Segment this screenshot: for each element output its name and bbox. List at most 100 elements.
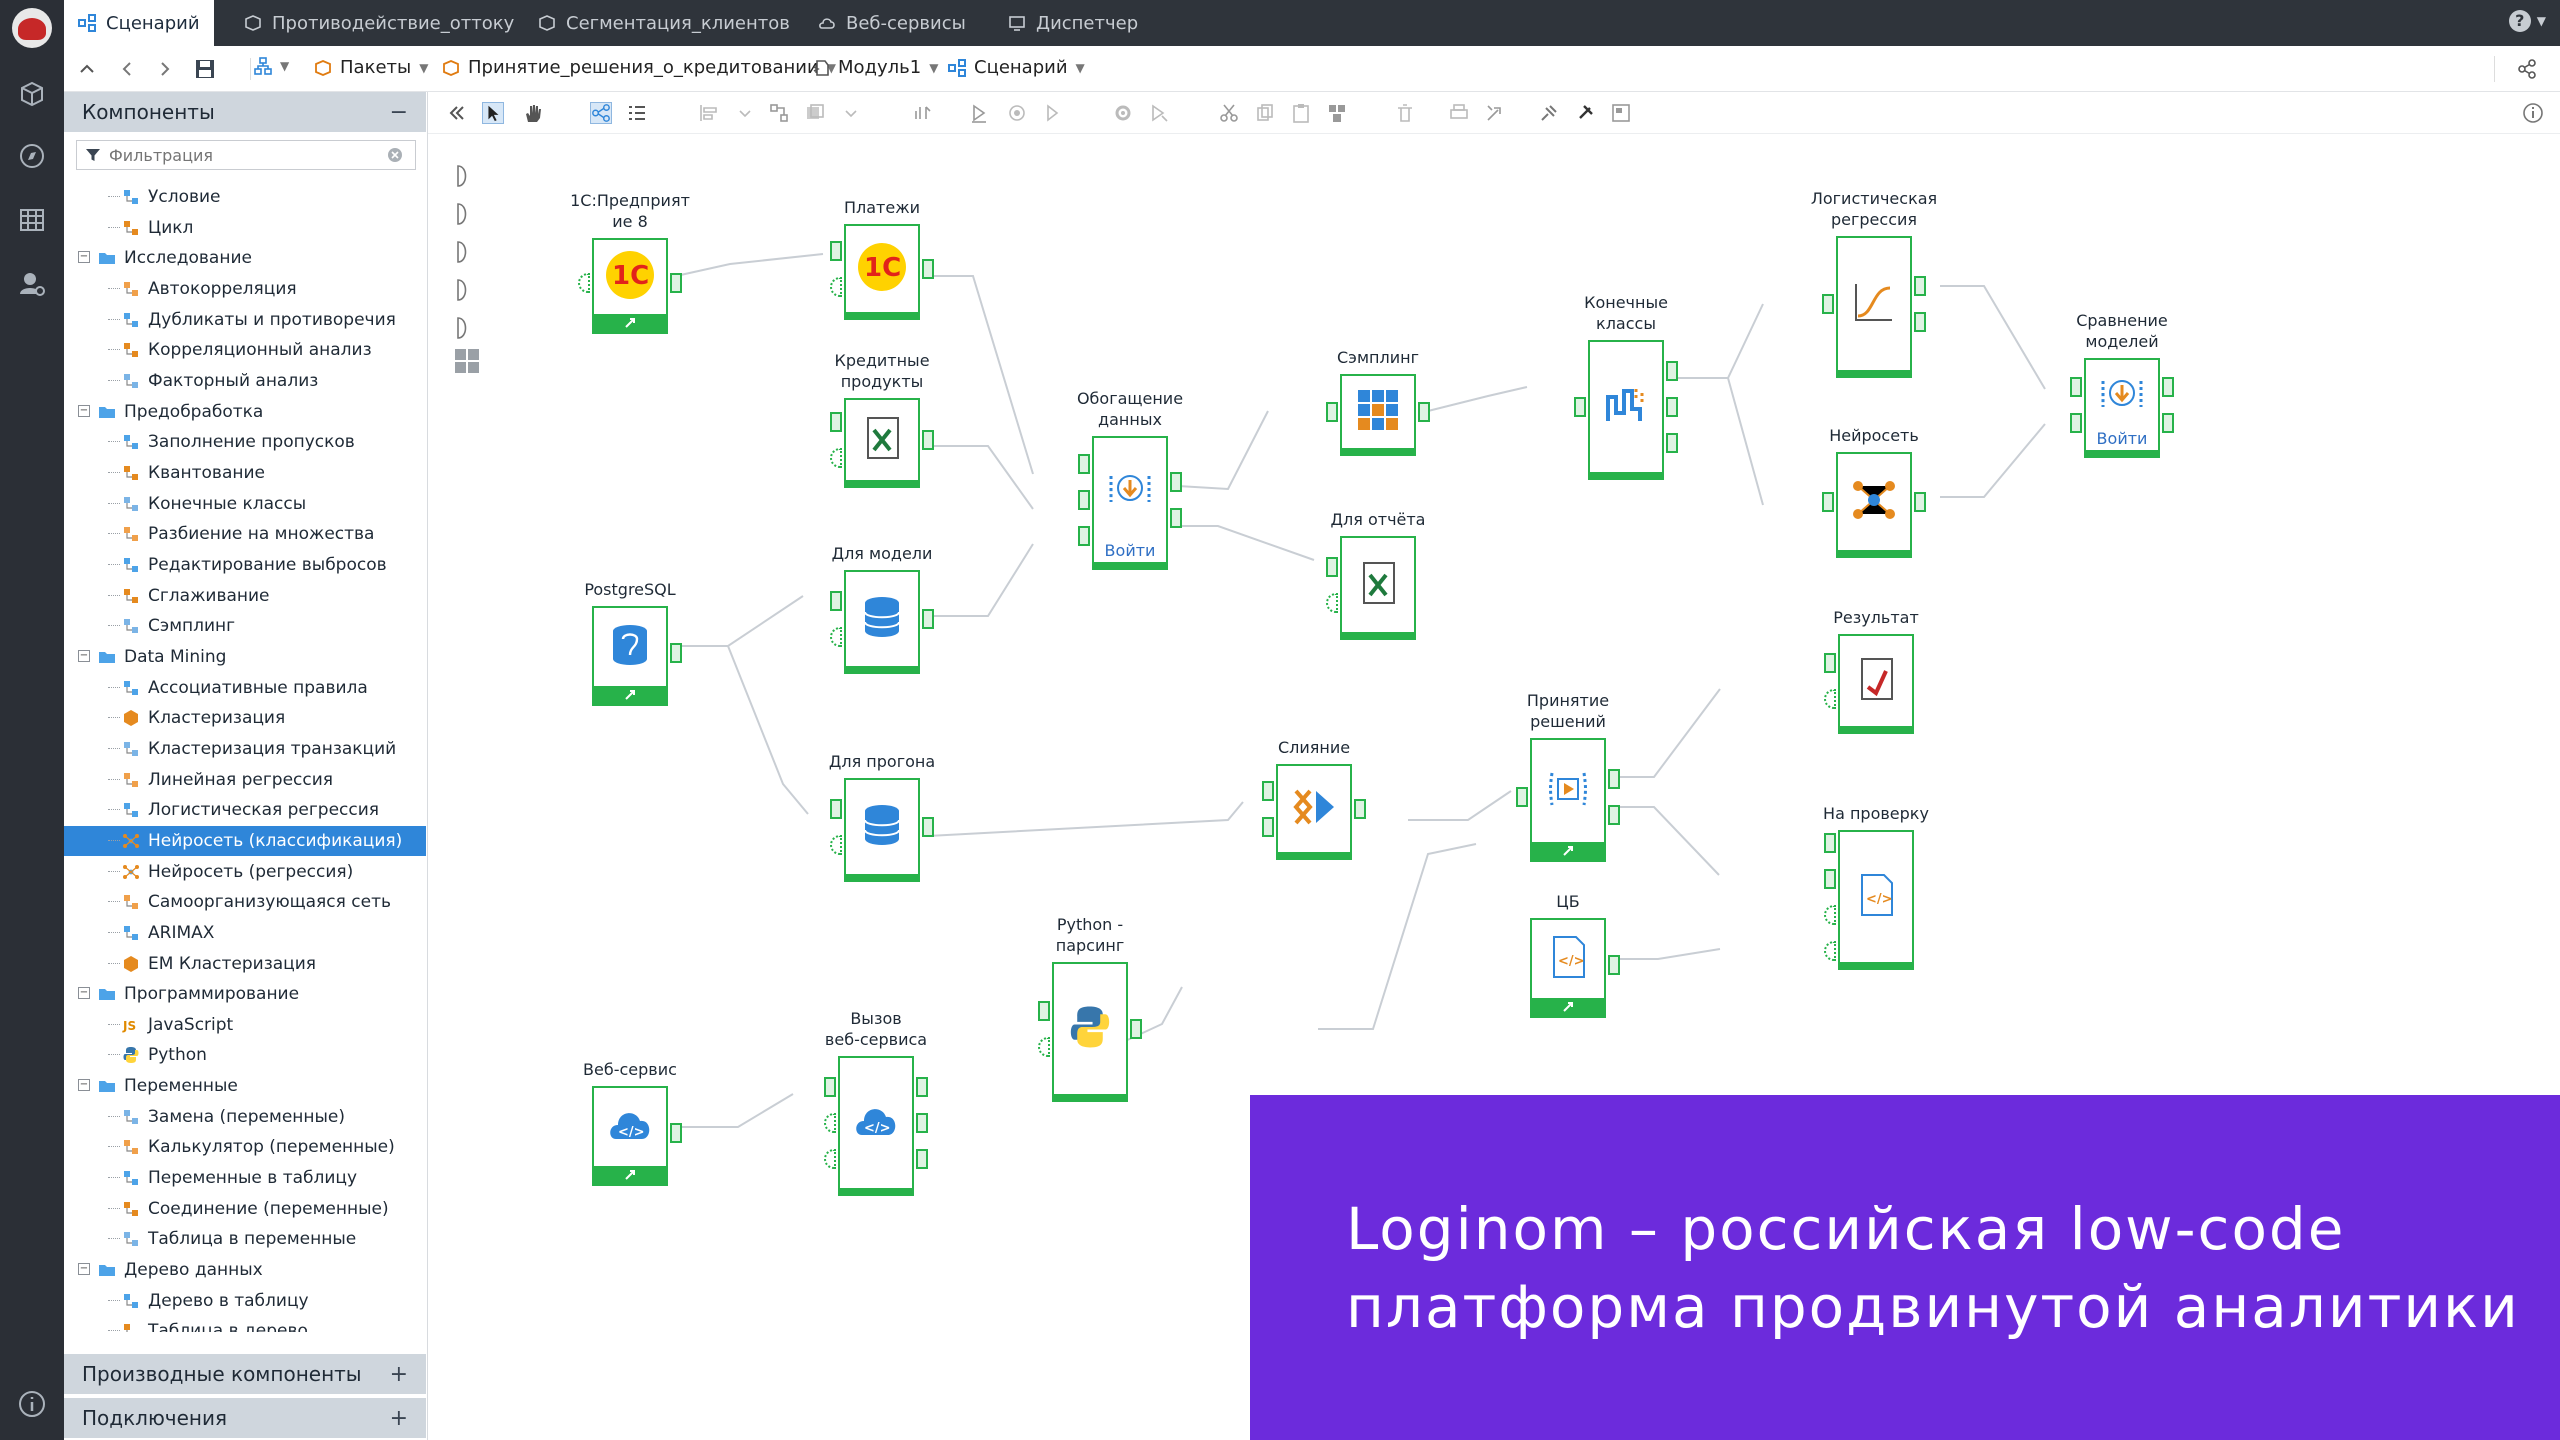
tab-churn[interactable]: Противодействие_оттоку [230, 0, 514, 46]
add-button[interactable]: + [390, 1362, 408, 1387]
packages-icon[interactable] [16, 78, 48, 110]
output-port[interactable] [1608, 955, 1620, 975]
tree-item[interactable]: Редактирование выбросов [64, 550, 426, 580]
output-port[interactable] [916, 1113, 928, 1133]
breadcrumb-scenario[interactable]: Сценарий ▼ [948, 57, 1085, 78]
output-port[interactable] [1170, 472, 1182, 492]
tree-folder[interactable]: − Дерево данных [64, 1255, 426, 1285]
tab-dispatcher[interactable]: Диспетчер [994, 0, 1138, 46]
node-python[interactable] [1052, 962, 1128, 1102]
connections-header[interactable]: Подключения + [64, 1398, 426, 1438]
tree-folder[interactable]: − Исследование [64, 243, 426, 273]
collapse-toggle-icon[interactable]: − [78, 1263, 90, 1276]
output-port[interactable] [1914, 312, 1926, 332]
node-check[interactable]: </> [1838, 830, 1914, 970]
output-port[interactable] [1666, 361, 1678, 381]
tree-item[interactable]: Сглаживание [64, 581, 426, 611]
output-port[interactable] [1418, 402, 1430, 422]
input-port[interactable] [1262, 817, 1274, 837]
table-icon[interactable] [16, 204, 48, 236]
collapse-button[interactable]: − [390, 100, 408, 125]
input-port[interactable] [1824, 869, 1836, 889]
input-port[interactable] [1822, 492, 1834, 512]
collapse-panel-icon[interactable] [446, 102, 468, 124]
collapse-toggle-icon[interactable]: − [78, 404, 90, 417]
node-final[interactable] [1588, 340, 1664, 480]
save-icon[interactable] [194, 58, 216, 80]
share-icon[interactable] [2516, 58, 2538, 80]
clear-icon[interactable] [387, 147, 403, 163]
input-port[interactable] [830, 241, 842, 261]
output-port[interactable] [2162, 377, 2174, 397]
tree-item[interactable]: Таблица в дерево [64, 1316, 426, 1332]
node-forrun[interactable] [844, 778, 920, 882]
components-header[interactable]: Компоненты − [64, 92, 426, 132]
tree-item[interactable]: Цикл [64, 213, 426, 243]
node-formodel[interactable] [844, 570, 920, 674]
tree-item[interactable]: Нейросеть (регрессия) [64, 857, 426, 887]
forward-arrow-icon[interactable] [156, 60, 174, 78]
collapse-toggle-icon[interactable]: − [78, 251, 90, 264]
info-icon[interactable] [16, 1388, 48, 1420]
tree-item[interactable]: Корреляционный анализ [64, 335, 426, 365]
input-port[interactable] [1574, 397, 1586, 417]
tree-item[interactable]: Таблица в переменные [64, 1224, 426, 1254]
input-port[interactable] [1824, 833, 1836, 853]
add-button[interactable]: + [390, 1406, 408, 1431]
output-port[interactable] [1608, 769, 1620, 789]
tree-folder[interactable]: − Предобработка [64, 397, 426, 427]
node-nnet[interactable] [1836, 452, 1912, 558]
tree-folder[interactable]: − Программирование [64, 979, 426, 1009]
graph-view-icon[interactable] [590, 102, 612, 124]
node-pg[interactable] [592, 606, 668, 706]
input-port[interactable] [1078, 490, 1090, 510]
node-enrich[interactable]: Войти [1092, 436, 1168, 570]
derived-components-header[interactable]: Производные компоненты + [64, 1354, 426, 1394]
tree-item[interactable]: Замена (переменные) [64, 1102, 426, 1132]
tree-item[interactable]: Кластеризация транзакций [64, 734, 426, 764]
output-port[interactable] [1170, 508, 1182, 528]
tree-item[interactable]: Калькулятор (переменные) [64, 1132, 426, 1162]
node-logreg[interactable] [1836, 236, 1912, 378]
tree-item[interactable]: Квантование [64, 458, 426, 488]
node-payments[interactable]: 1C [844, 224, 920, 320]
tree-item[interactable]: JS JavaScript [64, 1010, 426, 1040]
tree-item[interactable]: Самоорганизующаяся сеть [64, 887, 426, 917]
hand-icon[interactable] [522, 102, 544, 124]
node-cb[interactable]: </> [1530, 918, 1606, 1018]
input-port[interactable] [1516, 787, 1528, 807]
pointer-icon[interactable] [482, 102, 504, 124]
input-port[interactable] [2070, 377, 2082, 397]
collapse-toggle-icon[interactable]: − [78, 1079, 90, 1092]
tree-item[interactable]: Кластеризация [64, 703, 426, 733]
output-port[interactable] [670, 273, 682, 293]
output-port[interactable] [922, 430, 934, 450]
tree-item[interactable]: Логистическая регрессия [64, 795, 426, 825]
node-merge[interactable] [1276, 764, 1352, 860]
tree-item[interactable]: Факторный анализ [64, 366, 426, 396]
output-port[interactable] [916, 1149, 928, 1169]
output-port[interactable] [1354, 799, 1366, 819]
tree-item[interactable]: Дерево в таблицу [64, 1286, 426, 1316]
tree-item[interactable]: Ассоциативные правила [64, 673, 426, 703]
input-port[interactable] [1078, 526, 1090, 546]
node-compare[interactable]: Войти [2084, 358, 2160, 458]
tree-item[interactable]: ARIMAX [64, 918, 426, 948]
tree-item[interactable]: Разбиение на множества [64, 519, 426, 549]
info-icon[interactable] [2522, 102, 2544, 124]
output-port[interactable] [1914, 276, 1926, 296]
enter-link[interactable]: Войти [2086, 429, 2158, 448]
input-port[interactable] [1078, 454, 1090, 474]
input-port[interactable] [830, 412, 842, 432]
tree-item[interactable]: Python [64, 1040, 426, 1070]
collapse-toggle-icon[interactable]: − [78, 649, 90, 662]
breadcrumb-module[interactable]: Модуль1 ▼ [812, 57, 938, 78]
output-port[interactable] [1130, 1019, 1142, 1039]
breadcrumb-root[interactable]: ▼ [254, 57, 289, 75]
node-report[interactable] [1340, 536, 1416, 640]
output-port[interactable] [2162, 413, 2174, 433]
node-ws[interactable]: </> [592, 1086, 668, 1186]
input-port[interactable] [1326, 557, 1338, 577]
tree-item[interactable]: Конечные классы [64, 489, 426, 519]
tree-item[interactable]: Сэмплинг [64, 611, 426, 641]
